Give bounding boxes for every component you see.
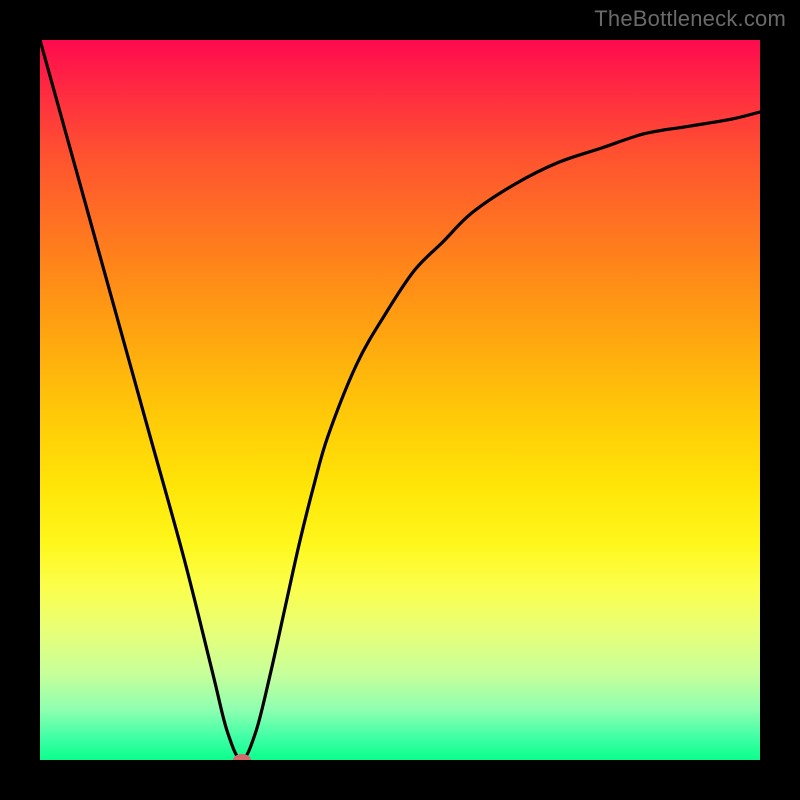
plot-area [40,40,760,760]
bottleneck-curve-path [40,40,760,760]
curve-svg [40,40,760,760]
watermark-text: TheBottleneck.com [594,6,786,32]
chart-frame: TheBottleneck.com [0,0,800,800]
curve-minimum-marker [233,754,251,760]
